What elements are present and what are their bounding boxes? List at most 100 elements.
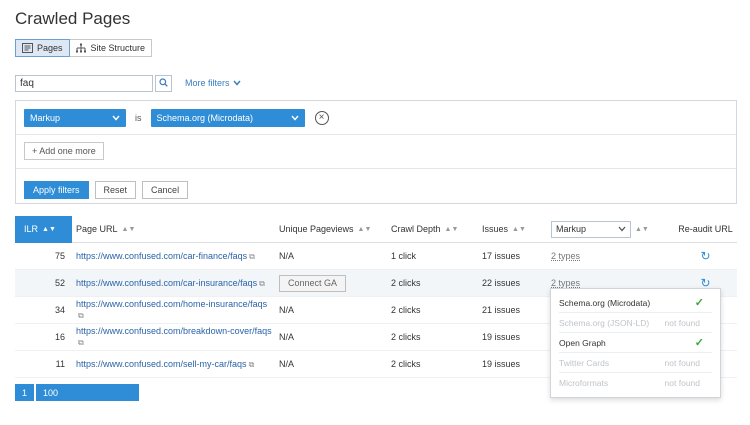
column-header-reaudit: Re-audit URL	[678, 224, 733, 234]
filter-field-select[interactable]: Markup	[24, 109, 126, 127]
page-url-link[interactable]: https://www.confused.com/car-insurance/f…	[76, 278, 257, 288]
search-icon	[159, 78, 168, 89]
reset-button[interactable]: Reset	[94, 181, 137, 199]
issues-cell: 22 issues	[482, 278, 521, 288]
markup-column-select[interactable]: Markup	[551, 220, 631, 238]
view-toggle: Pages Site Structure	[15, 39, 153, 57]
pageviews-cell: Connect GA	[273, 274, 385, 292]
markup-type-item: Open Graph ✓	[559, 333, 712, 353]
filter-actions: Apply filters Reset Cancel	[24, 181, 189, 199]
markup-type-label: Schema.org (Microdata)	[559, 297, 651, 308]
pages-view-label: Pages	[37, 43, 63, 53]
filter-panel: Markup is Schema.org (Microdata) × + Add…	[15, 100, 737, 204]
site-structure-icon	[76, 43, 87, 54]
table-row: 75 https://www.confused.com/car-finance/…	[15, 243, 737, 270]
page-size-select[interactable]: 100	[36, 384, 140, 401]
column-header-pageviews[interactable]: Unique Pageviews ▲▼	[273, 216, 385, 243]
sort-icon[interactable]: ▲▼	[635, 226, 649, 233]
column-header-label: Crawl Depth	[391, 224, 441, 234]
cancel-button[interactable]: Cancel	[142, 181, 189, 199]
issues-cell: 19 issues	[482, 359, 521, 369]
ilr-cell: 16	[54, 332, 65, 342]
column-header-label: Issues	[482, 224, 509, 234]
pageviews-cell: N/A	[279, 305, 295, 315]
chevron-down-icon	[232, 78, 241, 88]
page-number-button[interactable]: 1	[15, 384, 35, 401]
more-filters-link[interactable]: More filters	[185, 78, 241, 88]
divider	[16, 168, 736, 169]
site-structure-view-button[interactable]: Site Structure	[69, 39, 153, 57]
page-url-link[interactable]: https://www.confused.com/breakdown-cover…	[76, 326, 272, 336]
markup-type-label: Open Graph	[559, 337, 606, 348]
divider	[16, 134, 736, 135]
check-icon: ✓	[694, 297, 704, 309]
search-button[interactable]	[155, 75, 172, 92]
column-header-markup: Markup ▲▼	[546, 216, 674, 243]
markup-type-item: Twitter Cards not found	[559, 353, 712, 373]
page-url-link[interactable]: https://www.confused.com/car-finance/faq…	[76, 251, 247, 261]
chevron-down-icon	[618, 224, 626, 234]
url-cell: https://www.confused.com/breakdown-cover…	[72, 326, 273, 348]
filter-condition-value: Schema.org (Microdata)	[156, 113, 254, 123]
column-header-label: ILR	[24, 224, 39, 234]
column-header-label: Page URL	[76, 224, 118, 234]
check-icon: ✓	[694, 337, 704, 349]
external-link-icon[interactable]: ⧉	[78, 311, 84, 320]
markup-type-item: Microformats not found	[559, 373, 712, 393]
column-header-issues[interactable]: Issues ▲▼	[477, 216, 546, 243]
crawl-depth-cell: 2 clicks	[391, 359, 421, 369]
site-structure-view-label: Site Structure	[90, 43, 146, 53]
crawl-depth-cell: 2 clicks	[391, 278, 421, 288]
sort-icon: ▲▼	[444, 225, 459, 233]
pageviews-cell: N/A	[279, 332, 295, 342]
pages-view-button[interactable]: Pages	[15, 39, 70, 57]
column-header-url[interactable]: Page URL ▲▼	[72, 216, 273, 243]
ilr-cell: 34	[54, 305, 65, 315]
reaudit-icon[interactable]: ↻	[674, 249, 737, 263]
sort-icon: ▲▼	[512, 225, 526, 233]
pagination: 1 100	[15, 384, 140, 401]
ilr-cell: 75	[54, 251, 65, 261]
markup-select-value: Markup	[556, 224, 587, 234]
connect-ga-button[interactable]: Connect GA	[279, 274, 347, 292]
column-header-label: Unique Pageviews	[279, 224, 354, 234]
filter-condition-select[interactable]: Schema.org (Microdata)	[150, 109, 305, 127]
search-input[interactable]	[15, 75, 153, 92]
issues-cell: 21 issues	[482, 305, 521, 315]
remove-filter-icon[interactable]: ×	[314, 111, 329, 125]
crawl-depth-cell: 2 clicks	[391, 305, 421, 315]
apply-filters-button[interactable]: Apply filters	[24, 181, 89, 199]
markup-status: not found	[664, 317, 700, 328]
sort-icon: ▲▼	[121, 225, 136, 233]
markup-types-link[interactable]: 2 types	[551, 251, 580, 261]
crawl-depth-cell: 2 clicks	[391, 332, 421, 342]
markup-types-link[interactable]: 2 types	[551, 278, 580, 288]
ilr-cell: 11	[55, 359, 65, 369]
page-title: Crawled Pages	[15, 9, 131, 28]
column-header-crawl-depth[interactable]: Crawl Depth ▲▼	[385, 216, 477, 243]
pageviews-cell: N/A	[279, 251, 295, 261]
external-link-icon[interactable]: ⧉	[249, 360, 255, 369]
markup-cell: 2 types	[546, 251, 674, 261]
crawl-depth-cell: 1 click	[391, 251, 417, 261]
url-cell: https://www.confused.com/home-insurance/…	[72, 299, 273, 321]
markup-type-item: Schema.org (Microdata) ✓	[559, 293, 712, 313]
markup-status: not found	[664, 378, 700, 388]
add-filter-button[interactable]: + Add one more	[24, 142, 104, 160]
sort-icon: ▲▼	[42, 225, 56, 233]
chevron-down-icon	[290, 113, 299, 123]
external-link-icon[interactable]: ⧉	[259, 279, 265, 288]
external-link-icon[interactable]: ⧉	[78, 338, 84, 347]
more-filters-label: More filters	[185, 78, 230, 88]
pages-icon	[22, 43, 33, 54]
sort-icon: ▲▼	[357, 225, 372, 233]
page-url-link[interactable]: https://www.confused.com/home-insurance/…	[76, 299, 267, 309]
external-link-icon[interactable]: ⧉	[249, 252, 255, 261]
chevron-down-icon	[112, 113, 120, 123]
url-cell: https://www.confused.com/sell-my-car/faq…	[72, 359, 273, 370]
url-cell: https://www.confused.com/car-insurance/f…	[72, 278, 273, 289]
markup-type-label: Microformats	[559, 378, 609, 388]
column-header-ilr[interactable]: ILR ▲▼	[15, 215, 72, 243]
markup-type-label: Schema.org (JSON-LD)	[559, 317, 650, 328]
page-url-link[interactable]: https://www.confused.com/sell-my-car/faq…	[76, 359, 247, 369]
